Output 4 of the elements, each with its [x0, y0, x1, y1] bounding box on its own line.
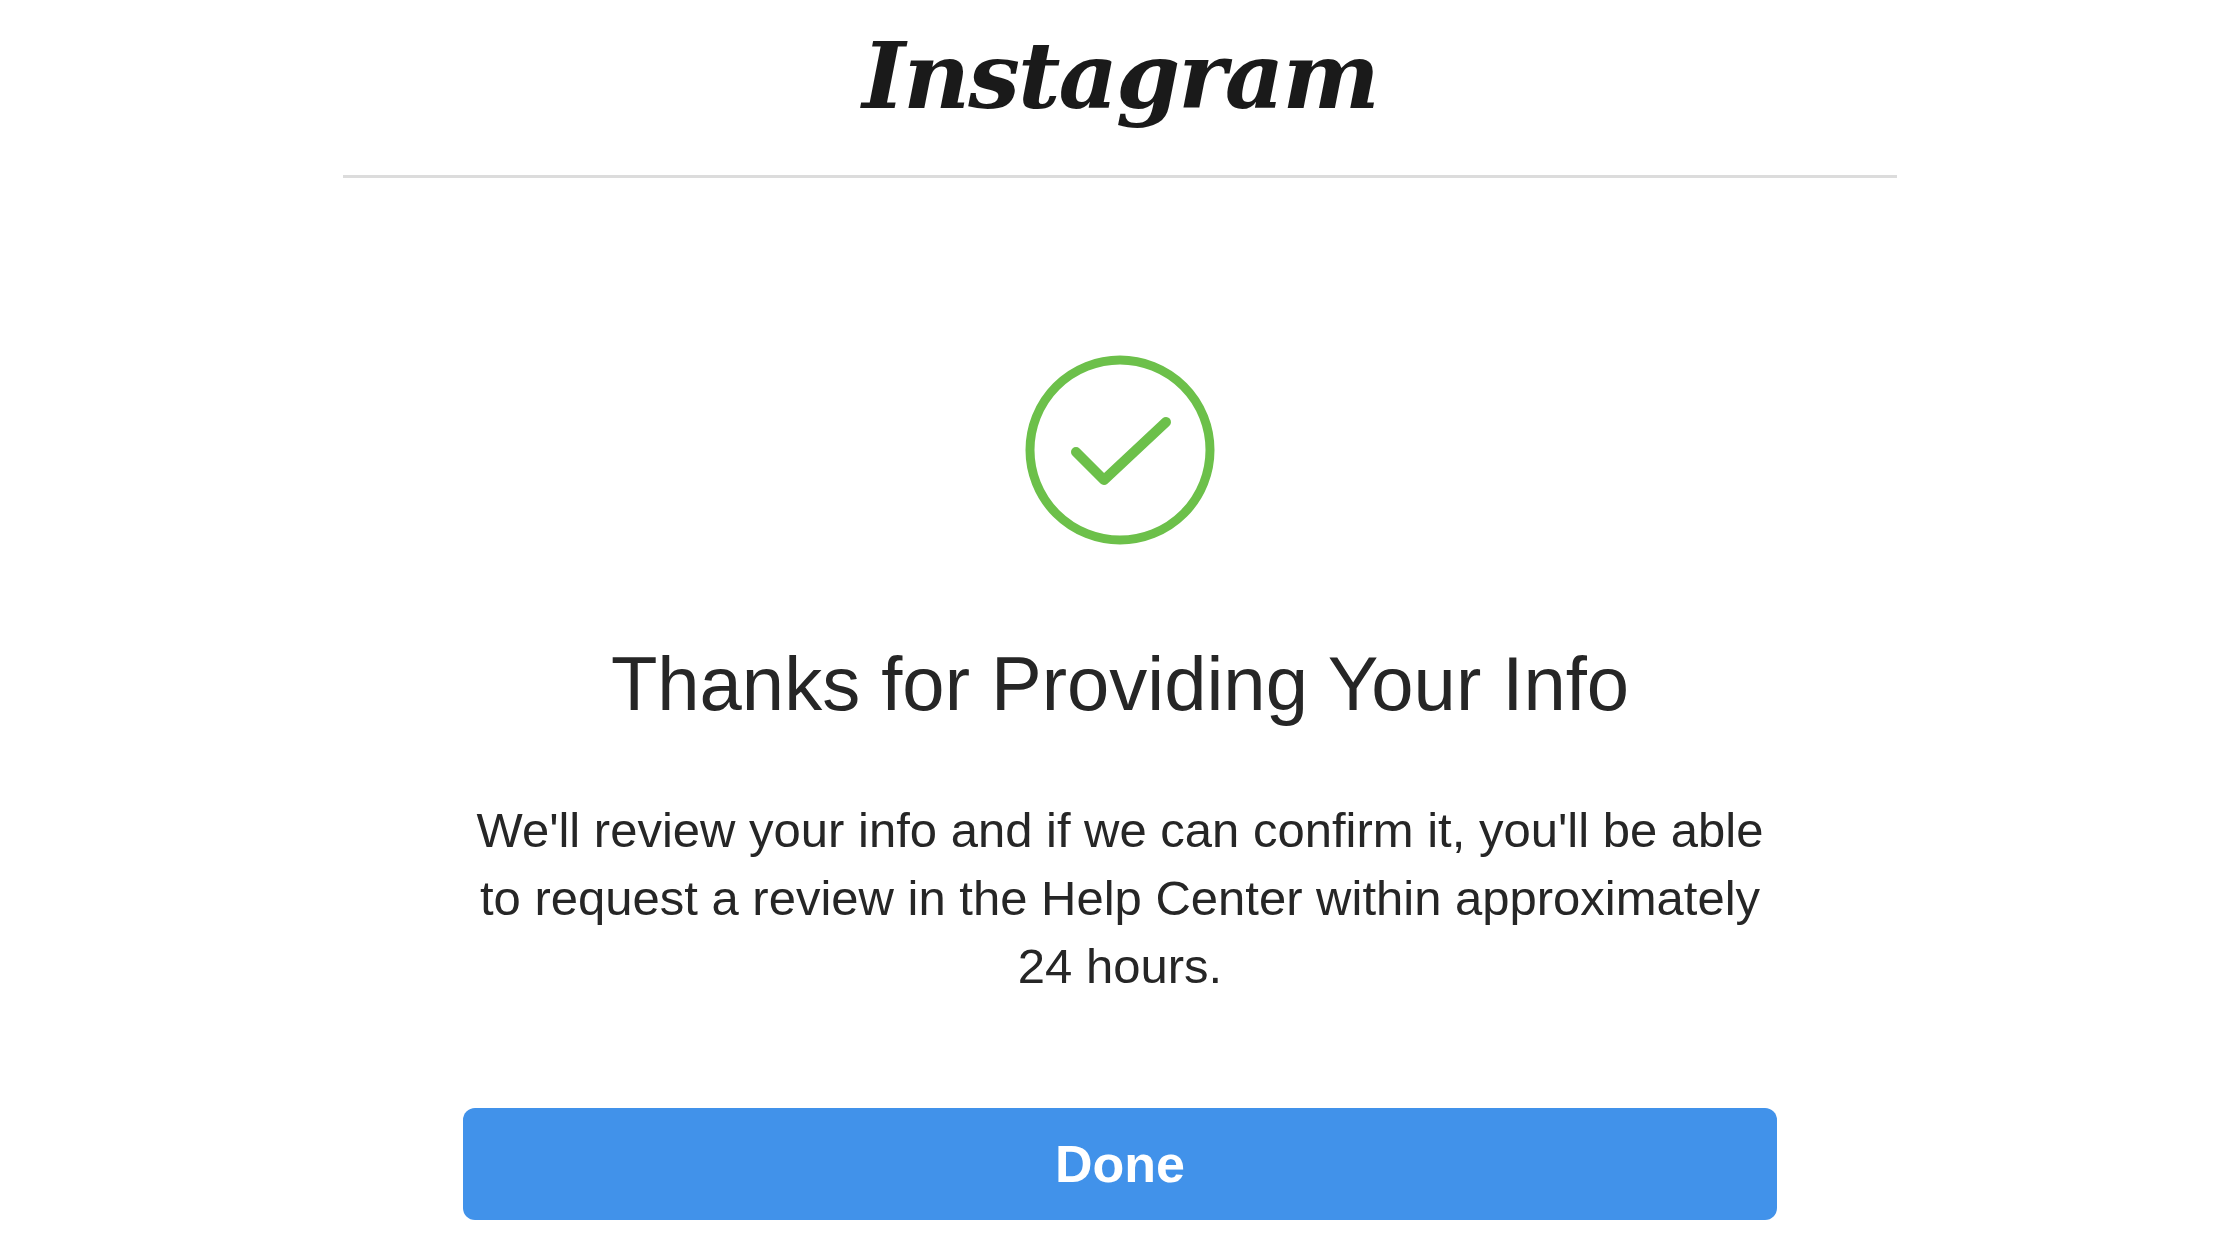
checkmark-circle-icon — [1024, 354, 1216, 546]
done-button[interactable]: Done — [463, 1108, 1777, 1220]
confirmation-message: We'll review your info and if we can confirm it, you'll be able to request a review in the Help Center within approximately 24 hours. — [475, 802, 1765, 995]
instagram-logo: Instagram — [862, 22, 1378, 130]
